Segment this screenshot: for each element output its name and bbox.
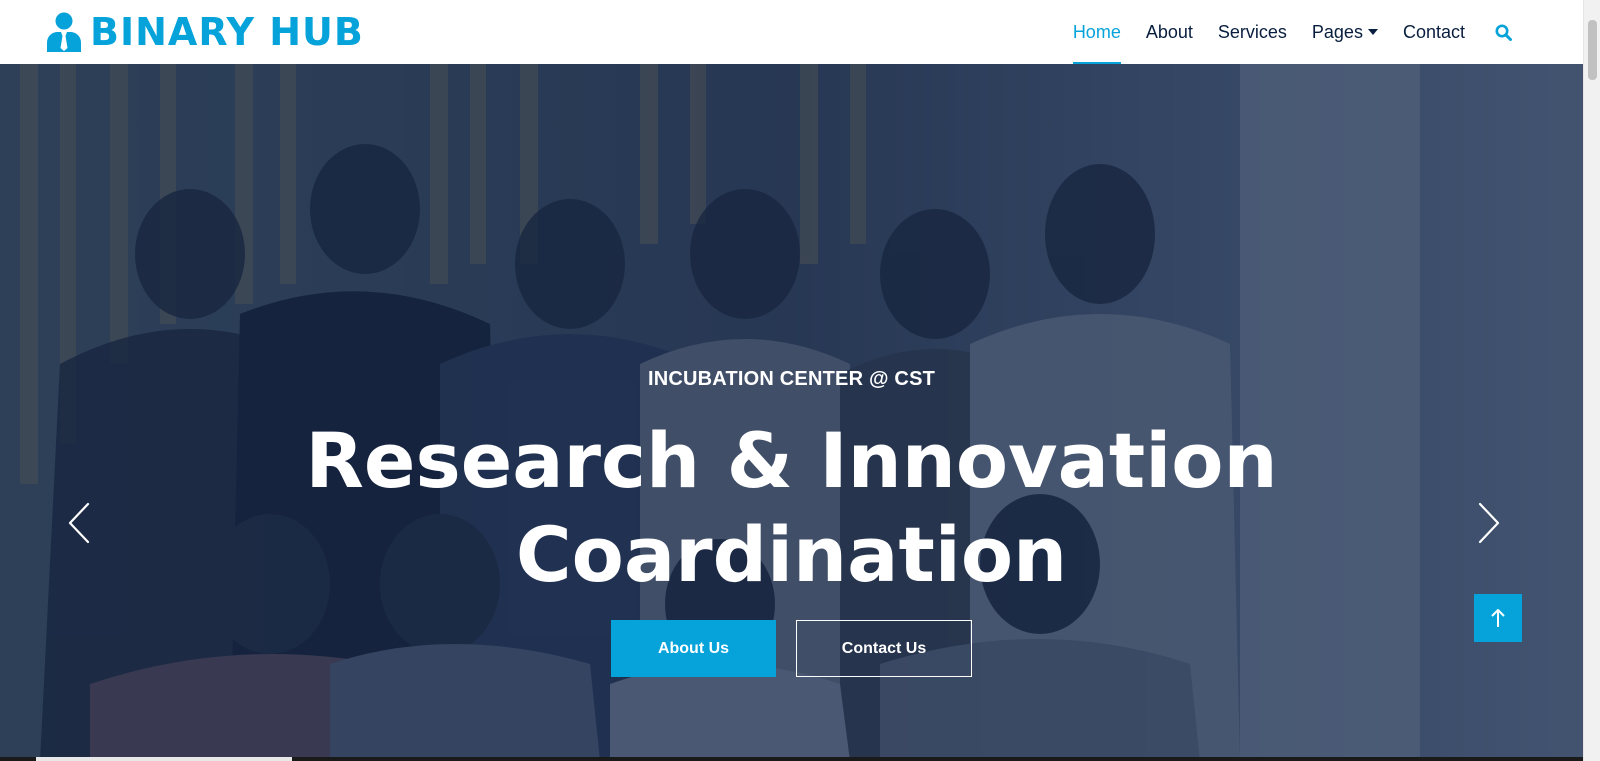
nav-item-label: Home	[1072, 21, 1121, 42]
user-tie-icon	[47, 12, 81, 52]
back-to-top-button[interactable]	[1474, 594, 1522, 642]
main-nav: Home About Services Pages Contact	[1048, 0, 1513, 64]
nav-item-services[interactable]: Services	[1218, 0, 1287, 64]
bottom-strip-highlight	[36, 757, 292, 761]
nav-item-label: Services	[1217, 21, 1287, 42]
nav-item-label: Contact	[1402, 21, 1465, 42]
page: BINARY HUB Home About Services Pages Con…	[0, 0, 1600, 761]
chevron-left-icon	[68, 502, 90, 544]
carousel-prev-button[interactable]	[60, 498, 100, 548]
hero-caption: INCUBATION CENTER @ CST Research & Innov…	[0, 64, 1583, 761]
nav-item-label: About	[1145, 21, 1193, 42]
about-us-button[interactable]: About Us	[611, 620, 776, 677]
page-scrollbar[interactable]	[1583, 0, 1600, 761]
hero-eyebrow: INCUBATION CENTER @ CST	[647, 368, 936, 390]
hero-headline-line1: Research & Innovation	[305, 416, 1278, 505]
nav-item-home[interactable]: Home	[1072, 0, 1121, 64]
chevron-right-icon	[1478, 502, 1500, 544]
nav-item-about[interactable]: About	[1146, 0, 1193, 64]
hero-carousel: INCUBATION CENTER @ CST Research & Innov…	[0, 64, 1583, 761]
contact-us-button[interactable]: Contact Us	[796, 620, 972, 677]
carousel-next-button[interactable]	[1468, 498, 1508, 548]
search-icon	[1495, 24, 1512, 41]
brand-name: BINARY HUB	[90, 10, 364, 54]
search-button[interactable]	[1493, 0, 1513, 64]
hero-headline: Research & Innovation Coardination	[0, 414, 1583, 602]
nav-item-pages-dropdown[interactable]: Pages	[1312, 0, 1378, 64]
brand-logo-link[interactable]: BINARY HUB	[46, 8, 364, 56]
nav-item-contact[interactable]: Contact	[1403, 0, 1465, 64]
caret-down-icon	[1367, 29, 1378, 35]
hero-headline-line2: Coardination	[515, 510, 1068, 599]
navbar: BINARY HUB Home About Services Pages Con…	[0, 0, 1583, 64]
arrow-up-icon	[1491, 609, 1505, 627]
hero-buttons: About Us Contact Us	[0, 620, 1583, 677]
scrollbar-thumb[interactable]	[1588, 20, 1597, 80]
nav-item-label: Pages	[1311, 21, 1363, 42]
